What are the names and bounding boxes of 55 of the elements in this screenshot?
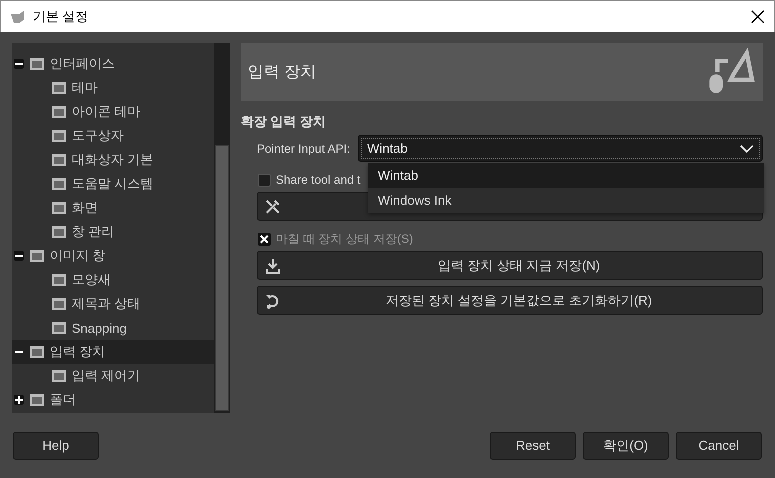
field-label: Pointer Input API: [257,142,350,156]
tree-item[interactable]: 인터페이스 [12,52,214,76]
dialog-button[interactable]: 확인(O) [583,432,669,460]
menu-item[interactable]: Windows Ink [368,188,764,213]
tree-item[interactable]: 아이콘 테마 [12,100,214,124]
checkbox-label: 마칠 때 장치 상태 저장(S) [276,230,414,248]
checkbox-label: Share tool and t [276,173,361,187]
window-icon [28,343,46,361]
scrollbar[interactable] [214,43,230,413]
checkbox[interactable] [258,174,271,186]
tree-item[interactable]: 입력 제어기 [12,364,214,388]
window-icon [28,391,46,409]
window-icon [50,199,68,217]
tree-item[interactable]: 제목과 상태 [12,292,214,316]
window-icon [50,151,68,169]
tree-item[interactable]: 대화상자 기본 [12,148,214,172]
window-icon [50,367,68,385]
menu-item[interactable]: Wintab [368,163,764,188]
download-icon [264,256,282,274]
window-icon [28,247,46,265]
checkbox[interactable] [258,232,271,246]
tree-item[interactable]: 이미지 창 [12,244,214,268]
collapse-icon[interactable] [14,59,24,69]
window-icon [50,295,68,313]
window-icon [50,271,68,289]
mouse-pen-icon [707,48,755,96]
window-icon [28,55,46,73]
tree-item[interactable]: 입력 장치 [12,340,214,364]
tree-item[interactable]: 도움말 시스템 [12,172,214,196]
dialog-button[interactable]: Reset [490,432,576,460]
dialog-button[interactable]: Cancel [676,432,762,460]
action-button[interactable]: 입력 장치 상태 지금 저장(N) [257,251,763,280]
tree-item[interactable]: 창 관리 [12,220,214,244]
tree-item[interactable]: 테마 [12,76,214,100]
window-icon [50,103,68,121]
section-heading: 확장 입력 장치 [241,113,328,131]
tree-item[interactable]: 폴더 [12,388,214,412]
window-icon [50,223,68,241]
action-button[interactable]: 저장된 장치 설정을 기본값으로 초기화하기(R) [257,286,763,315]
window-icon [50,79,68,97]
tree-item[interactable]: 모양새 [12,268,214,292]
dropdown[interactable]: Wintab [358,135,763,162]
page-title: 입력 장치 [248,62,316,82]
tools-icon [264,198,282,216]
window-icon [50,175,68,193]
close-button[interactable] [750,8,766,24]
tree-item[interactable]: Snapping [12,316,214,340]
expand-icon[interactable] [14,395,24,405]
window-icon [50,127,68,145]
collapse-icon[interactable] [14,251,24,261]
help-button[interactable]: Help [13,432,99,460]
window-icon [50,319,68,337]
window-title: 기본 설정 [33,8,90,26]
tree-item[interactable]: 도구상자 [12,124,214,148]
tree-item[interactable]: 화면 [12,196,214,220]
